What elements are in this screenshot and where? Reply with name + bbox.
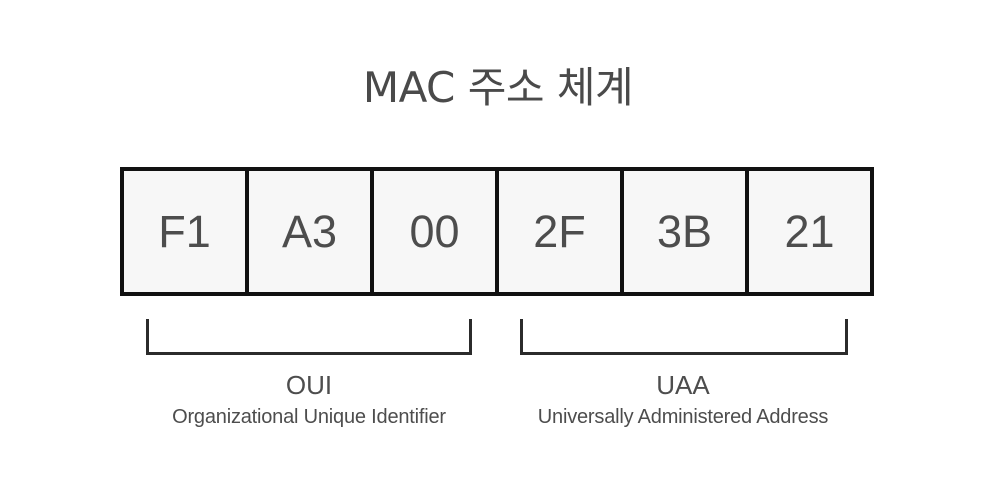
- octet-cell-1: F1: [124, 171, 249, 292]
- octet-cell-2: A3: [249, 171, 374, 292]
- oui-label: OUI: [285, 370, 333, 400]
- oui-bracket: [146, 319, 472, 355]
- oui-label-group: OUI Organizational Unique Identifier: [109, 367, 509, 431]
- uaa-label: UAA: [656, 370, 710, 400]
- diagram-title: MAC 주소 체계: [362, 63, 634, 112]
- octet-cell-3: 00: [374, 171, 499, 292]
- octet-cell-6: 21: [784, 205, 835, 257]
- uaa-description: Universally Administered Address: [537, 406, 829, 428]
- octet-cell-5: 3B: [624, 171, 749, 292]
- octet-cell-4: 2F: [499, 171, 624, 292]
- mac-address-row: F1 A3 00 2F 3B 21: [120, 167, 874, 296]
- uaa-bracket: [520, 319, 848, 355]
- uaa-label-group: UAA Universally Administered Address: [483, 367, 883, 431]
- oui-description: Organizational Unique Identifier: [172, 406, 446, 428]
